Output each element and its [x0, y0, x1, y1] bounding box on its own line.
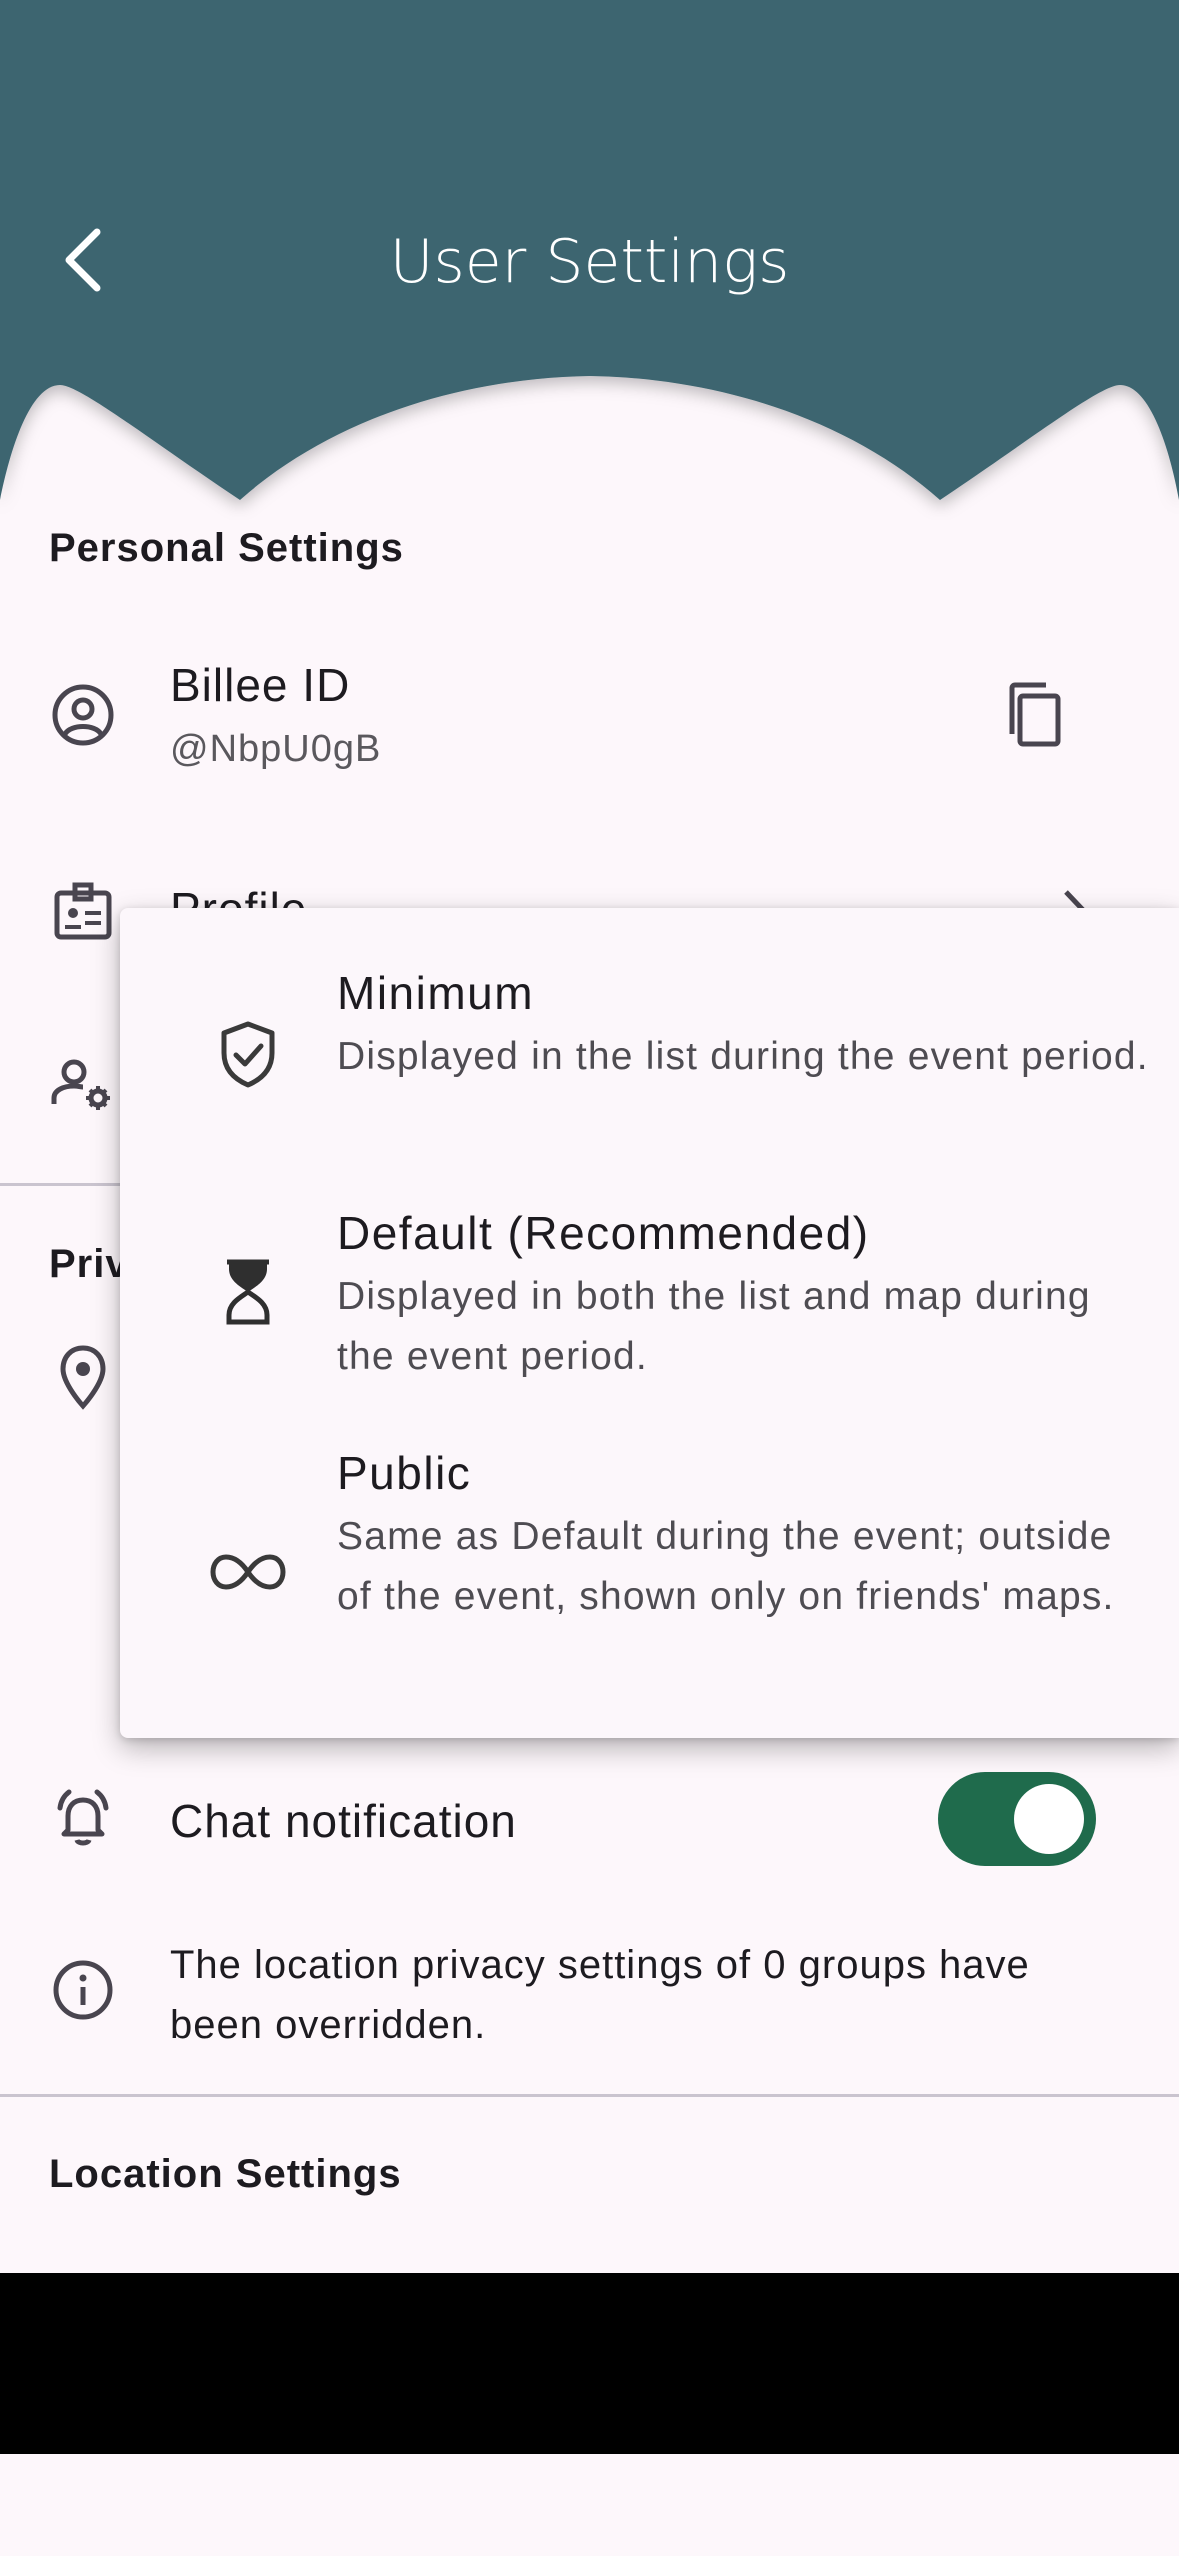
- location-pin-icon: [48, 1342, 118, 1412]
- infinity-icon: [210, 1534, 286, 1610]
- copy-icon[interactable]: [998, 680, 1068, 750]
- billee-id-value: @NbpU0gB: [170, 728, 382, 770]
- option-title: Default (Recommended): [337, 1207, 870, 1259]
- page-title: User Settings: [389, 227, 790, 297]
- manage-accounts-icon: [48, 1050, 118, 1120]
- info-icon: [48, 1955, 118, 2025]
- obscured-area: [0, 2273, 1179, 2454]
- account-circle-icon: [48, 680, 118, 750]
- hourglass-icon: [210, 1254, 286, 1330]
- billee-id-label: Billee ID: [170, 659, 351, 711]
- section-title-privacy: Priv: [49, 1242, 129, 1286]
- option-description: Displayed in the list during the event p…: [337, 1035, 1149, 1078]
- section-title-location: Location Settings: [49, 2152, 402, 2196]
- bottom-strip: [0, 2454, 1179, 2556]
- option-description: Same as Default during the event; outsid…: [337, 1515, 1115, 1618]
- option-title: Minimum: [337, 967, 535, 1019]
- chat-notification-toggle[interactable]: [938, 1772, 1096, 1866]
- section-divider: [0, 2094, 1179, 2097]
- option-title: Public: [337, 1447, 472, 1499]
- chat-notification-label: Chat notification: [170, 1795, 517, 1847]
- option-public[interactable]: Public Same as Default during the event;…: [120, 1388, 1179, 1738]
- option-default[interactable]: Default (Recommended) Displayed in both …: [120, 1148, 1179, 1388]
- app-header: User Settings: [0, 0, 1179, 520]
- option-description: Displayed in both the list and map durin…: [337, 1275, 1091, 1378]
- privacy-override-info: The location privacy settings of 0 group…: [170, 1943, 1030, 2047]
- notification-bell-icon: [48, 1784, 118, 1854]
- option-minimum[interactable]: Minimum Displayed in the list during the…: [120, 908, 1179, 1148]
- toggle-knob: [1014, 1784, 1084, 1854]
- badge-icon: [48, 876, 118, 946]
- shield-check-icon: [210, 1016, 286, 1092]
- section-title-personal: Personal Settings: [49, 526, 404, 570]
- privacy-level-dropdown: Minimum Displayed in the list during the…: [120, 908, 1179, 1738]
